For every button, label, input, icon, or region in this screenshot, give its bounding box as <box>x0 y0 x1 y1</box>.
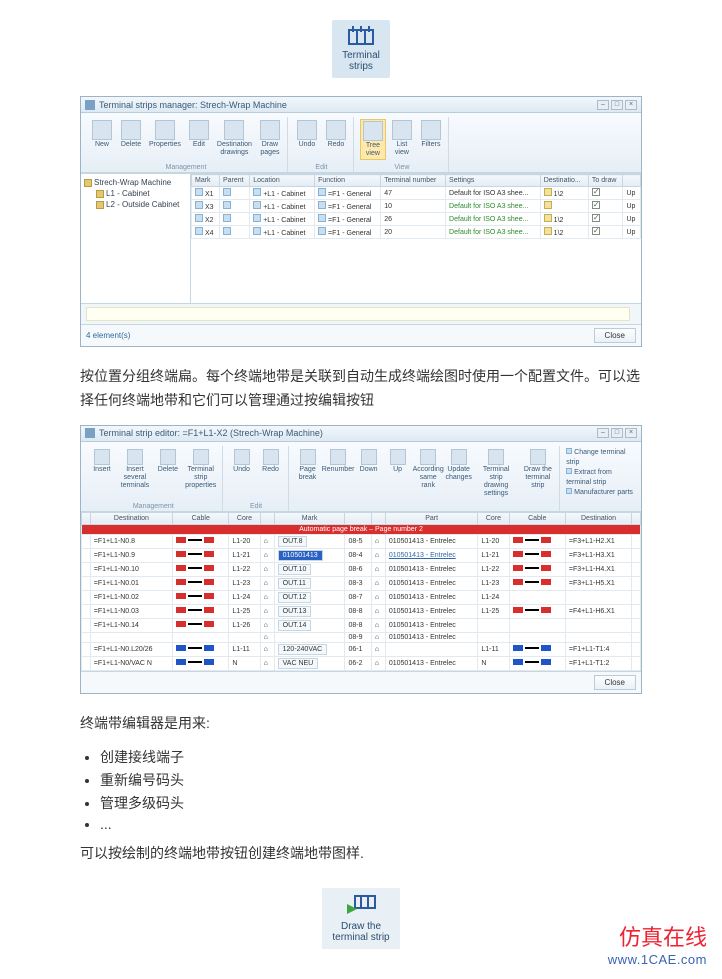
table-row[interactable]: =F1+L1-N0/VAC NN⌂VAC NEU06-2⌂010501413 -… <box>82 656 641 670</box>
editor-close-button[interactable]: Close <box>594 675 636 690</box>
terminal-strips-icon[interactable]: Terminalstrips <box>332 20 390 78</box>
tree-root[interactable]: Strech-Wrap Machine <box>94 178 171 187</box>
ribbon-up[interactable]: Up <box>385 448 411 499</box>
ribbon-delete[interactable]: Delete <box>118 119 144 160</box>
maximize-button[interactable]: □ <box>611 428 623 438</box>
top-terminal-icon-block: Terminalstrips <box>80 20 642 78</box>
editor-footer: Close <box>81 671 641 693</box>
terminal-strip-editor-window: Terminal strip editor: =F1+L1-X2 (Strech… <box>80 425 642 694</box>
paragraph-2: 终端带编辑器是用来: <box>80 712 642 736</box>
list-item: ... <box>100 816 642 832</box>
manager-close-button[interactable]: Close <box>594 328 636 343</box>
table-row[interactable]: =F1+L1-N0.9L1-21⌂01050141308-4⌂010501413… <box>82 548 641 562</box>
ribbon-according-same-rank[interactable]: Accordingsame rank <box>414 448 443 499</box>
draw-terminal-strip-block: Draw theterminal strip <box>80 888 642 949</box>
watermark-text: 仿真在线 <box>608 920 707 952</box>
manager-title: Terminal strips manager: Strech-Wrap Mac… <box>99 100 287 110</box>
terminal-strips-label: Terminalstrips <box>342 50 380 72</box>
tree-item[interactable]: L2 - Outside Cabinet <box>106 200 179 209</box>
list-item: 管理多级码头 <box>100 793 642 813</box>
ribbon-page-break[interactable]: Pagebreak <box>295 448 321 499</box>
ribbon-draw-the-terminal-strip[interactable]: Draw theterminal strip <box>520 448 555 499</box>
manager-input-row <box>81 303 641 324</box>
watermark-url: www.1CAE.com <box>608 952 707 967</box>
ribbon-renumber[interactable]: Renumber <box>324 448 353 499</box>
window-icon <box>85 428 95 438</box>
filter-input[interactable] <box>86 307 630 321</box>
table-row[interactable]: =F1+L1-N0.03L1-25⌂OUT.1308-8⌂010501413 -… <box>82 604 641 618</box>
ribbon-side-link[interactable]: Extract from terminal strip <box>566 468 633 488</box>
draw-terminal-strip-icon <box>345 894 377 916</box>
terminal-strips-manager-window: Terminal strips manager: Strech-Wrap Mac… <box>80 96 642 347</box>
ribbon-new[interactable]: New <box>89 119 115 160</box>
ribbon-destination-drawings[interactable]: Destinationdrawings <box>215 119 254 160</box>
ribbon-down[interactable]: Down <box>356 448 382 499</box>
ribbon-draw-pages[interactable]: Drawpages <box>257 119 283 160</box>
close-button[interactable]: × <box>625 428 637 438</box>
tree-item[interactable]: L1 - Cabinet <box>106 189 150 198</box>
manager-tree[interactable]: Strech-Wrap Machine L1 - Cabinet L2 - Ou… <box>81 174 191 303</box>
ribbon-update-changes[interactable]: Updatechanges <box>446 448 472 499</box>
draw-terminal-strip-label: Draw theterminal strip <box>332 921 389 943</box>
table-row[interactable]: =F1+L1-N0.L20/26L1-11⌂120-240VAC06-1⌂L1-… <box>82 642 641 656</box>
ribbon-insert[interactable]: Insert <box>89 448 115 499</box>
table-row[interactable]: X2 +L1 - Cabinet =F1 - General26Default … <box>192 213 641 226</box>
table-row[interactable]: ⌂08-9⌂010501413 - Entrelec <box>82 632 641 642</box>
ribbon-tree-view[interactable]: Treeview <box>360 119 386 160</box>
ribbon-undo[interactable]: Undo <box>294 119 320 160</box>
editor-title: Terminal strip editor: =F1+L1-X2 (Strech… <box>99 428 323 438</box>
ribbon-redo[interactable]: Redo <box>258 448 284 499</box>
minimize-button[interactable]: – <box>597 428 609 438</box>
table-row[interactable]: =F1+L1-N0.14L1-26⌂OUT.1408-8⌂010501413 -… <box>82 618 641 632</box>
ribbon-terminal-strip-properties[interactable]: Terminal stripproperties <box>184 448 218 499</box>
table-row[interactable]: =F1+L1-N0.8L1-20⌂OUT.808-5⌂010501413 - E… <box>82 534 641 548</box>
editor-grid[interactable]: DestinationCableCoreMarkPartCoreCableDes… <box>81 512 641 671</box>
minimize-button[interactable]: – <box>597 100 609 110</box>
ribbon-side-link[interactable]: Change terminal strip <box>566 448 633 468</box>
manager-titlebar: Terminal strips manager: Strech-Wrap Mac… <box>81 97 641 113</box>
list-item: 重新编号码头 <box>100 770 642 790</box>
close-button[interactable]: × <box>625 100 637 110</box>
maximize-button[interactable]: □ <box>611 100 623 110</box>
table-row[interactable]: =F1+L1-N0.02L1-24⌂OUT.1208-7⌂010501413 -… <box>82 590 641 604</box>
editor-ribbon: InsertInsert severalterminalsDeleteTermi… <box>81 442 641 512</box>
manager-footer: 4 element(s) Close <box>81 324 641 346</box>
table-row[interactable]: =F1+L1-N0.10L1-22⌂OUT.1008-6⌂010501413 -… <box>82 562 641 576</box>
window-icon <box>85 100 95 110</box>
ribbon-filters[interactable]: Filters <box>418 119 444 160</box>
ribbon-undo[interactable]: Undo <box>229 448 255 499</box>
ribbon-delete[interactable]: Delete <box>155 448 181 499</box>
terminal-strips-glyph <box>347 26 375 48</box>
table-row[interactable]: =F1+L1-N0.01L1-23⌂OUT.1108-3⌂010501413 -… <box>82 576 641 590</box>
ribbon-edit[interactable]: Edit <box>186 119 212 160</box>
watermark: 仿真在线 www.1CAE.com <box>608 920 707 967</box>
ribbon-redo[interactable]: Redo <box>323 119 349 160</box>
table-row[interactable]: X3 +L1 - Cabinet =F1 - General10Default … <box>192 200 641 213</box>
table-row[interactable]: X1 +L1 - Cabinet =F1 - General47Default … <box>192 187 641 200</box>
ribbon-list-view[interactable]: Listview <box>389 119 415 160</box>
draw-terminal-strip-button[interactable]: Draw theterminal strip <box>322 888 399 949</box>
ribbon-terminal-strip-drawing-settings[interactable]: Terminal stripdrawing settings <box>475 448 518 499</box>
ribbon-insert-several-terminals[interactable]: Insert severalterminals <box>118 448 152 499</box>
paragraph-3: 可以按绘制的终端地带按钮创建终端地带图样. <box>80 842 642 866</box>
ribbon-properties[interactable]: Properties <box>147 119 183 160</box>
paragraph-1: 按位置分组终端扁。每个终端地带是关联到自动生成终端绘图时使用一个配置文件。可以选… <box>80 365 642 413</box>
bullet-list: 创建接线端子 重新编号码头 管理多级码头 ... <box>100 747 642 832</box>
editor-titlebar: Terminal strip editor: =F1+L1-X2 (Strech… <box>81 426 641 442</box>
manager-grid[interactable]: MarkParentLocationFunctionTerminal numbe… <box>191 174 641 303</box>
element-count: 4 element(s) <box>86 331 130 340</box>
ribbon-side-link[interactable]: Manufacturer parts <box>566 488 633 498</box>
manager-ribbon: NewDeletePropertiesEditDestinationdrawin… <box>81 113 641 173</box>
list-item: 创建接线端子 <box>100 747 642 767</box>
table-row[interactable]: X4 +L1 - Cabinet =F1 - General20Default … <box>192 226 641 239</box>
